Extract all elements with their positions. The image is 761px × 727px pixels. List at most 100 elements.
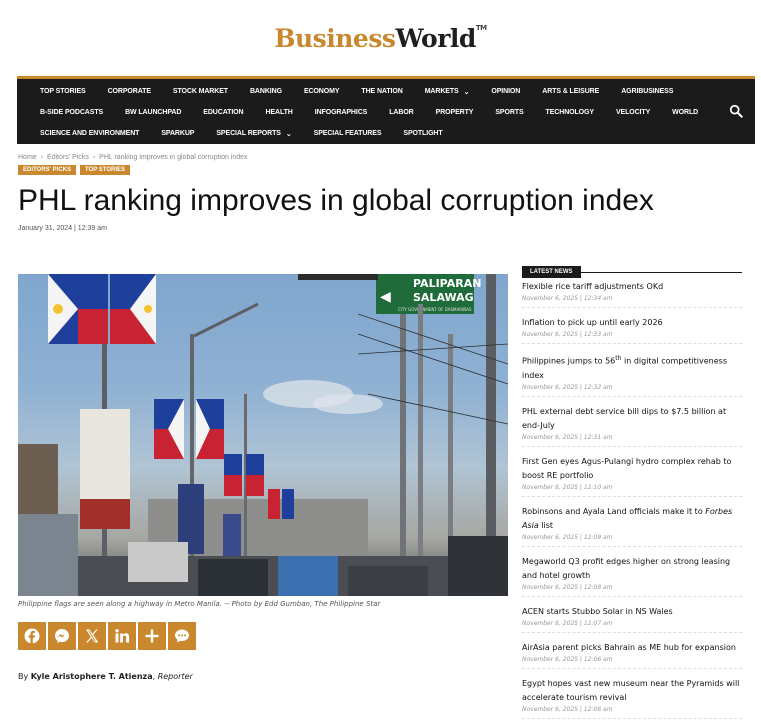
breadcrumb-current: PHL ranking improves in global corruptio… [99, 154, 248, 161]
nav-item-bw-launchpad[interactable]: BW LAUNCHPAD [114, 109, 192, 116]
nav-item-banking[interactable]: BANKING [239, 88, 293, 95]
nav-row-1: TOP STORIES CORPORATE STOCK MARKET BANKI… [17, 81, 684, 102]
flag-graphic [48, 274, 108, 344]
news-time: November 6, 2025 | 12:09 am [522, 533, 613, 541]
share-linkedin-button[interactable] [108, 622, 136, 650]
byline-prefix: By [18, 672, 29, 681]
news-title[interactable]: AirAsia parent picks Bahrain as ME hub f… [522, 641, 742, 655]
breadcrumb-separator: › [40, 154, 44, 161]
news-time: November 6, 2025 | 12:32 am [522, 383, 613, 391]
article-photo: PALIPARAN SALAWAG ◀ CITY GOVERNMENT OF D… [18, 274, 508, 596]
share-bar [18, 622, 196, 650]
photo-caption: Philippine flags are seen along a highwa… [18, 600, 381, 608]
news-item[interactable]: ACEN starts Stubbo Solar in NS Wales Nov… [522, 605, 742, 633]
news-item[interactable]: PHL external debt service bill dips to $… [522, 405, 742, 447]
article-byline: By Kyle Aristophere T. Atienza, Reporter [18, 672, 193, 681]
chevron-down-icon: ⌄ [463, 88, 470, 96]
nav-item-spotlight[interactable]: SPOTLIGHT [392, 130, 453, 137]
street-scene-illustration: PALIPARAN SALAWAG ◀ CITY GOVERNMENT OF D… [18, 274, 508, 596]
nav-row-3: SCIENCE AND ENVIRONMENT SPARKUP SPECIAL … [17, 123, 454, 144]
nav-item-world[interactable]: WORLD [661, 109, 709, 116]
linkedin-icon [115, 629, 130, 643]
nav-item-science-environment[interactable]: SCIENCE AND ENVIRONMENT [17, 130, 150, 137]
tag-editors-picks[interactable]: EDITORS' PICKS [18, 165, 76, 175]
nav-item-label: MARKETS [424, 88, 459, 95]
share-messenger-button[interactable] [48, 622, 76, 650]
nav-item-top-stories[interactable]: TOP STORIES [17, 88, 97, 95]
news-time: November 6, 2025 | 12:33 am [522, 331, 613, 338]
latest-news-header: LATEST NEWS [522, 258, 742, 278]
nav-item-property[interactable]: PROPERTY [425, 109, 485, 116]
article-date: January 31, 2024 | 12:39 am [18, 225, 107, 232]
breadcrumb-separator: › [92, 154, 96, 161]
plus-icon [145, 629, 159, 643]
overhead-road-sign: PALIPARAN SALAWAG ◀ CITY GOVERNMENT OF D… [376, 274, 481, 314]
latest-news-label: LATEST NEWS [522, 266, 581, 278]
tag-top-stories[interactable]: TOP STORIES [80, 165, 131, 175]
nav-item-economy[interactable]: ECONOMY [293, 88, 350, 95]
news-title-part: list [538, 520, 554, 530]
news-item[interactable]: Inflation to pick up until early 2026 No… [522, 316, 742, 344]
author-role: Reporter [157, 672, 193, 681]
share-more-button[interactable] [138, 622, 166, 650]
messenger-icon [55, 629, 69, 643]
logo-trademark: TM [475, 24, 487, 32]
nav-item-technology[interactable]: TECHNOLOGY [535, 109, 605, 116]
news-item[interactable]: Philippines jumps to 56th in digital com… [522, 352, 742, 397]
main-nav: TOP STORIES CORPORATE STOCK MARKET BANKI… [17, 76, 755, 144]
sign-sub: CITY GOVERNMENT OF DASMARIÑAS [398, 307, 472, 312]
nav-item-markets[interactable]: MARKETS ⌄ [414, 88, 481, 96]
news-title[interactable]: Megaworld Q3 profit edges higher on stro… [522, 555, 742, 583]
news-title[interactable]: First Gen eyes Agus-Pulangi hydro comple… [522, 455, 742, 483]
nav-item-education[interactable]: EDUCATION [192, 109, 254, 116]
nav-item-velocity[interactable]: VELOCITY [605, 109, 661, 116]
nav-item-agribusiness[interactable]: AGRIBUSINESS [610, 88, 684, 95]
nav-item-opinion[interactable]: OPINION [480, 88, 531, 95]
search-icon[interactable] [729, 104, 743, 118]
news-item[interactable]: Flexible rice tariff adjustments OKd Nov… [522, 280, 742, 308]
site-logo[interactable]: BusinessWorldTM [0, 24, 761, 53]
share-chat-button[interactable] [168, 622, 196, 650]
news-item[interactable]: AirAsia parent picks Bahrain as ME hub f… [522, 641, 742, 669]
news-item[interactable]: First Gen eyes Agus-Pulangi hydro comple… [522, 455, 742, 497]
nav-item-labor[interactable]: LABOR [378, 109, 424, 116]
news-title[interactable]: Philippines jumps to 56th in digital com… [522, 352, 742, 383]
news-time: November 6, 2025 | 12:10 am [522, 483, 613, 491]
sign-line1: PALIPARAN [413, 277, 481, 290]
nav-item-b-side-podcasts[interactable]: B-SIDE PODCASTS [17, 109, 114, 116]
news-item[interactable]: Robinsons and Ayala Land officials make … [522, 505, 742, 547]
logo-world: World [395, 24, 477, 53]
chat-icon [175, 629, 189, 643]
nav-item-arts-leisure[interactable]: ARTS & LEISURE [531, 88, 610, 95]
nav-item-infographics[interactable]: INFOGRAPHICS [304, 109, 378, 116]
news-item[interactable]: Egypt hopes vast new museum near the Pyr… [522, 677, 742, 719]
news-title[interactable]: ACEN starts Stubbo Solar in NS Wales [522, 605, 742, 619]
nav-item-health[interactable]: HEALTH [254, 109, 303, 116]
news-title[interactable]: Egypt hopes vast new museum near the Pyr… [522, 677, 742, 705]
author-name[interactable]: Kyle Aristophere T. Atienza [31, 672, 153, 681]
news-time: November 6, 2025 | 12:06 am [522, 655, 613, 663]
logo-business: Business [274, 24, 396, 53]
latest-news-list: Flexible rice tariff adjustments OKd Nov… [522, 280, 742, 727]
nav-item-corporate[interactable]: CORPORATE [97, 88, 162, 95]
nav-item-sparkup[interactable]: SPARKUP [150, 130, 205, 137]
breadcrumb: Home › Editors' Picks › PHL ranking improves… [18, 154, 248, 161]
nav-item-stock-market[interactable]: STOCK MARKET [162, 88, 239, 95]
news-item[interactable]: Megaworld Q3 profit edges higher on stro… [522, 555, 742, 597]
breadcrumb-home[interactable]: Home [18, 154, 37, 161]
news-time: November 6, 2025 | 12:07 am [522, 619, 613, 627]
facebook-icon [24, 628, 40, 644]
news-time: November 6, 2025 | 12:34 am [522, 295, 613, 302]
news-title[interactable]: Inflation to pick up until early 2026 [522, 316, 742, 330]
nav-item-special-features[interactable]: SPECIAL FEATURES [303, 130, 393, 137]
share-facebook-button[interactable] [18, 622, 46, 650]
breadcrumb-section[interactable]: Editors' Picks [47, 154, 89, 161]
news-title[interactable]: Robinsons and Ayala Land officials make … [522, 505, 742, 533]
share-x-button[interactable] [78, 622, 106, 650]
article-tags: EDITORS' PICKS TOP STORIES [18, 165, 131, 175]
nav-item-special-reports[interactable]: SPECIAL REPORTS ⌄ [205, 130, 302, 138]
news-title[interactable]: PHL external debt service bill dips to $… [522, 405, 742, 433]
news-title[interactable]: Flexible rice tariff adjustments OKd [522, 280, 742, 294]
nav-item-sports[interactable]: SPORTS [484, 109, 534, 116]
nav-item-the-nation[interactable]: THE NATION [350, 88, 413, 95]
